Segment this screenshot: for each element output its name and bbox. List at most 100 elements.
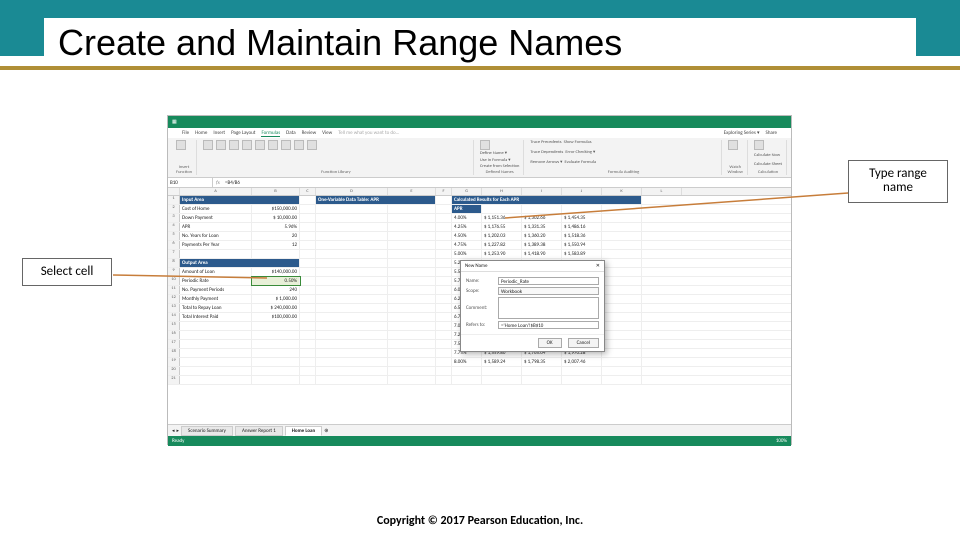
cell[interactable] xyxy=(252,376,300,384)
row-header[interactable]: 4 xyxy=(168,223,180,231)
text-icon[interactable] xyxy=(255,140,265,150)
cell[interactable] xyxy=(436,241,452,249)
cell[interactable]: 5.00% xyxy=(452,250,482,258)
cell[interactable] xyxy=(436,376,452,384)
row-header[interactable]: 7 xyxy=(168,250,180,258)
autosum-icon[interactable] xyxy=(203,140,213,150)
cell[interactable] xyxy=(316,313,388,321)
ribbon-tab-view[interactable]: View xyxy=(322,130,332,136)
cell[interactable] xyxy=(300,232,316,240)
nav-prev-icon[interactable]: ▸ xyxy=(177,428,180,434)
cell[interactable] xyxy=(436,232,452,240)
cell[interactable] xyxy=(602,340,642,348)
cell[interactable]: Total to Repay Loan xyxy=(180,304,252,312)
cell[interactable] xyxy=(522,205,562,213)
row-header[interactable]: 9 xyxy=(168,268,180,276)
cell[interactable] xyxy=(316,322,388,330)
watch-icon[interactable] xyxy=(728,140,738,150)
cell[interactable] xyxy=(602,322,642,330)
cell[interactable] xyxy=(436,259,452,267)
cell[interactable]: 5.96% xyxy=(252,223,300,231)
col-header[interactable]: B xyxy=(252,188,300,195)
cell[interactable] xyxy=(300,340,316,348)
cell[interactable] xyxy=(602,268,642,276)
cell[interactable] xyxy=(316,259,388,267)
cell[interactable]: $ 1,798.35 xyxy=(522,358,562,366)
cell[interactable] xyxy=(316,277,388,285)
cell[interactable] xyxy=(180,340,252,348)
cell[interactable] xyxy=(602,367,642,375)
cell[interactable]: $150,000.00 xyxy=(252,205,300,213)
cell[interactable]: $ 1,227.82 xyxy=(482,241,522,249)
ribbon-tab-insert[interactable]: Insert xyxy=(213,130,225,136)
cell[interactable] xyxy=(300,223,316,231)
cell[interactable] xyxy=(388,376,436,384)
ribbon-tab-data[interactable]: Data xyxy=(286,130,295,136)
cell[interactable] xyxy=(602,349,642,357)
cell[interactable] xyxy=(436,367,452,375)
evaluate-formula[interactable]: Evaluate Formula xyxy=(565,160,597,165)
share-button[interactable]: Share xyxy=(766,130,777,136)
cell[interactable]: $ 1,202.03 xyxy=(482,232,522,240)
cell[interactable]: Input Area xyxy=(180,196,300,204)
row-header[interactable]: 16 xyxy=(168,331,180,339)
create-from-selection[interactable]: Create from Selection xyxy=(480,164,520,169)
row-header[interactable]: 11 xyxy=(168,286,180,294)
cell[interactable] xyxy=(180,358,252,366)
cell[interactable] xyxy=(388,214,436,222)
cell[interactable] xyxy=(388,295,436,303)
cell[interactable]: Amount of Loan xyxy=(180,268,252,276)
cell[interactable] xyxy=(602,205,642,213)
use-in-formula[interactable]: Use in Formula ▾ xyxy=(480,158,520,163)
scope-dropdown[interactable]: Workbook xyxy=(498,287,599,295)
cell[interactable] xyxy=(388,205,436,213)
cell[interactable] xyxy=(180,349,252,357)
cell[interactable] xyxy=(180,367,252,375)
cell[interactable] xyxy=(388,286,436,294)
cell[interactable] xyxy=(602,304,642,312)
cell[interactable] xyxy=(388,232,436,240)
cell[interactable] xyxy=(482,205,522,213)
col-header[interactable]: H xyxy=(482,188,522,195)
cell[interactable] xyxy=(602,214,642,222)
cell[interactable] xyxy=(300,295,316,303)
math-icon[interactable] xyxy=(294,140,304,150)
cell[interactable] xyxy=(388,241,436,249)
col-header[interactable]: K xyxy=(602,188,642,195)
cell[interactable] xyxy=(388,331,436,339)
row-header[interactable]: 2 xyxy=(168,205,180,213)
cell[interactable] xyxy=(522,376,562,384)
cell[interactable]: $ 1,550.94 xyxy=(562,241,602,249)
trace-dependents[interactable]: Trace Dependents xyxy=(530,150,563,155)
cell[interactable] xyxy=(252,340,300,348)
cell[interactable] xyxy=(300,313,316,321)
account[interactable]: Exploring Series ▾ xyxy=(724,130,760,136)
cell[interactable] xyxy=(252,331,300,339)
cell[interactable] xyxy=(482,367,522,375)
cell[interactable] xyxy=(300,214,316,222)
col-header[interactable]: E xyxy=(388,188,436,195)
cell[interactable]: Calculated Results for Each APR xyxy=(452,196,642,204)
cell[interactable]: $ 1,000.00 xyxy=(252,295,300,303)
cell[interactable]: Cost of Home xyxy=(180,205,252,213)
cell[interactable] xyxy=(602,223,642,231)
lookup-icon[interactable] xyxy=(281,140,291,150)
cell[interactable]: APR xyxy=(452,205,482,213)
col-header[interactable]: G xyxy=(452,188,482,195)
cell[interactable] xyxy=(436,196,452,204)
cell[interactable]: $ 1,518.36 xyxy=(562,232,602,240)
cell[interactable] xyxy=(252,358,300,366)
cell[interactable] xyxy=(180,250,252,258)
ribbon-tab-formulas[interactable]: Formulas xyxy=(261,130,280,137)
cell[interactable]: 12 xyxy=(252,241,300,249)
trace-precedents[interactable]: Trace Precedents xyxy=(530,140,561,145)
cell[interactable]: One-Variable Data Table: APR xyxy=(316,196,436,204)
cell[interactable] xyxy=(602,259,642,267)
cell[interactable]: 8.00% xyxy=(452,358,482,366)
cell[interactable] xyxy=(316,340,388,348)
cell[interactable] xyxy=(388,259,436,267)
cell[interactable] xyxy=(300,286,316,294)
cell[interactable]: $ 240,000.00 xyxy=(252,304,300,312)
row-header[interactable]: 3 xyxy=(168,214,180,222)
cell[interactable] xyxy=(316,349,388,357)
